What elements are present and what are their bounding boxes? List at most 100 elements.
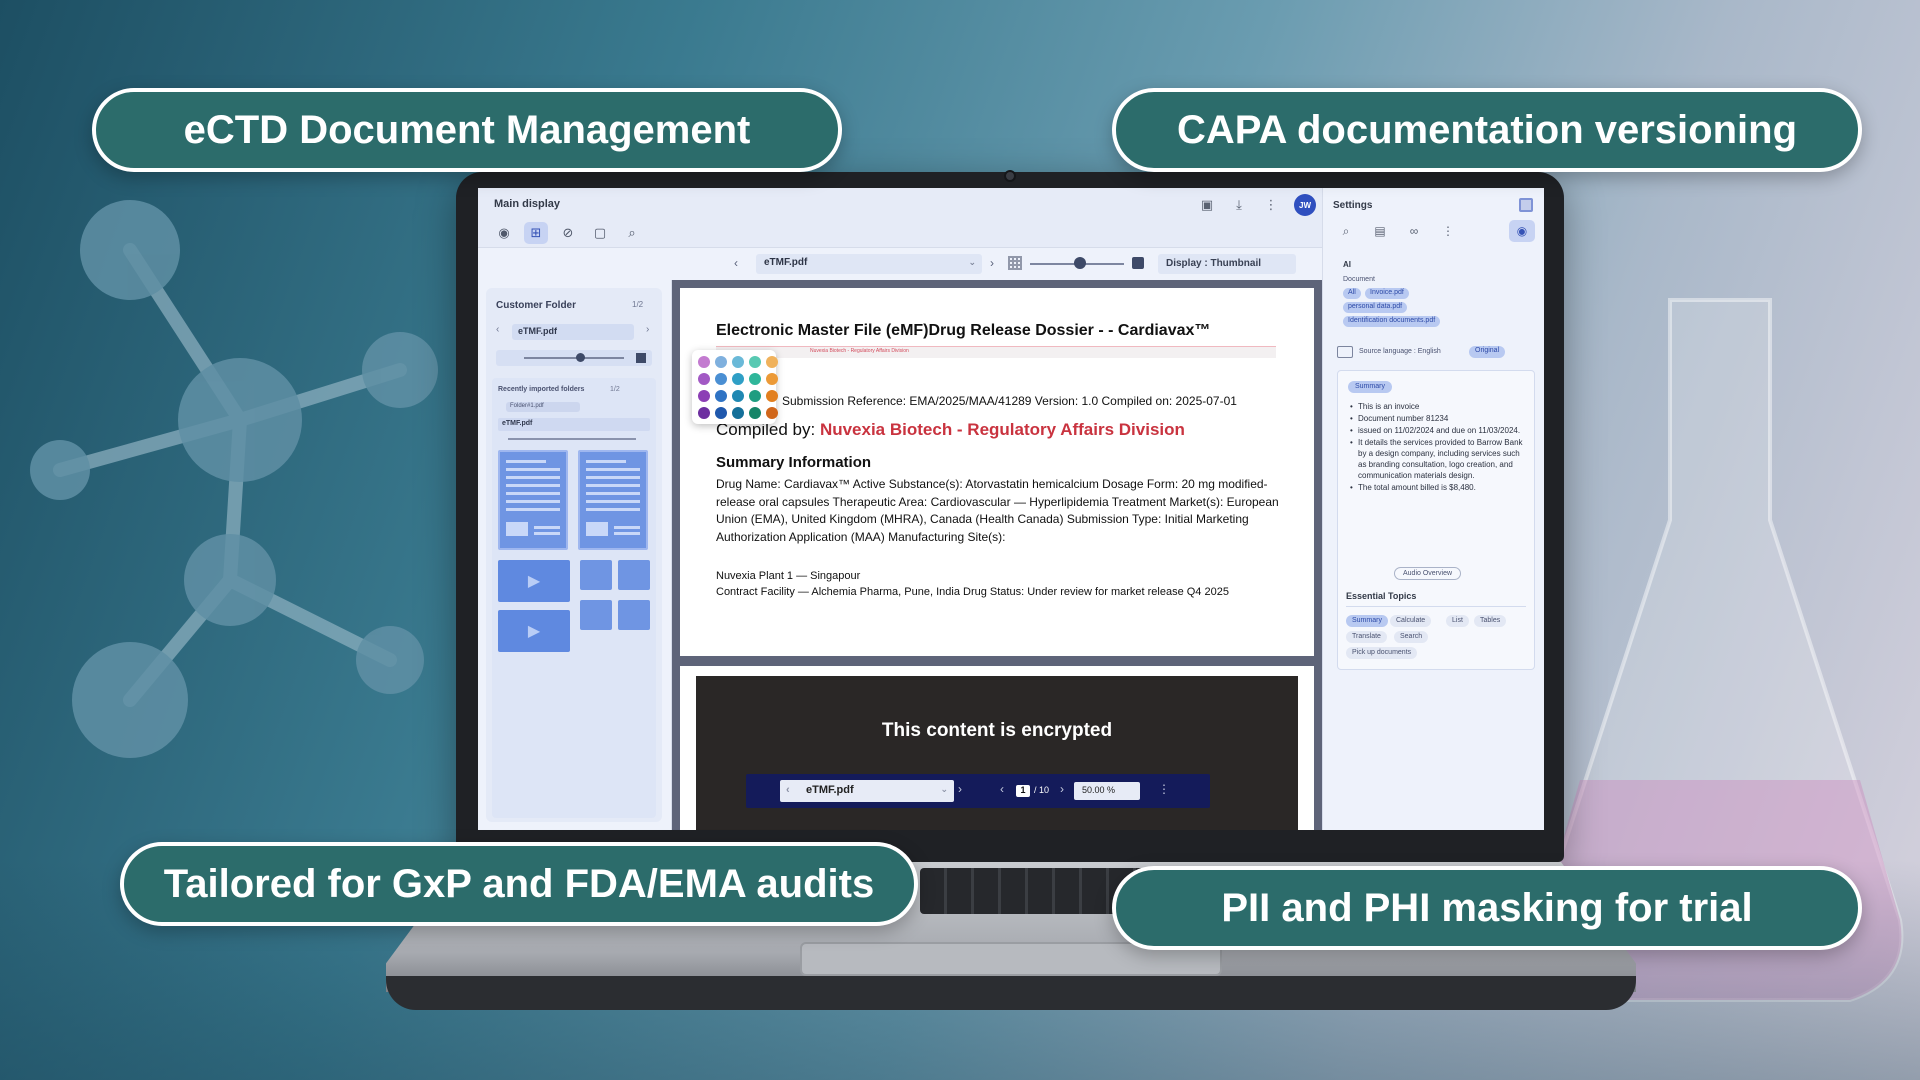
document-label: Document [1343, 276, 1375, 283]
doc-chip-invoice[interactable]: Invoice.pdf [1365, 288, 1409, 299]
media-thumbnail[interactable] [580, 560, 612, 590]
topic-chip[interactable]: Tables [1474, 615, 1507, 627]
audio-overview-button[interactable]: Audio Overview [1394, 567, 1462, 580]
color-swatch[interactable] [749, 390, 761, 402]
color-swatch[interactable] [749, 407, 761, 419]
color-swatch[interactable] [698, 407, 710, 419]
folder-chip[interactable]: Folder#1.pdf [506, 402, 580, 412]
encrypted-toolbar: ‹ eTMF.pdf ⌄ › ‹ 1 / 10 › 50.00 % ⋮ [746, 774, 1210, 808]
color-swatch[interactable] [766, 390, 778, 402]
save-icon[interactable]: ▣ [1198, 196, 1216, 214]
more-icon[interactable]: ⋮ [1262, 196, 1280, 214]
contract-line: Contract Facility — Alchemia Pharma, Pun… [716, 586, 1229, 598]
encrypted-file-select[interactable]: ‹ eTMF.pdf ⌄ [780, 780, 954, 802]
file-select[interactable]: eTMF.pdf ⌄ [756, 254, 982, 274]
color-swatch[interactable] [715, 356, 727, 368]
layout-icon[interactable]: ▤ [1371, 222, 1389, 240]
chevron-left-icon[interactable]: ‹ [496, 324, 499, 335]
color-swatch[interactable] [766, 356, 778, 368]
color-swatch[interactable] [749, 356, 761, 368]
next-page-icon[interactable]: › [1060, 782, 1064, 796]
main-display-title: Main display [494, 198, 561, 210]
color-swatch[interactable] [766, 373, 778, 385]
topic-chip[interactable]: List [1446, 615, 1469, 627]
summary-heading: Summary Information [716, 454, 872, 471]
topic-chip[interactable]: Pick up documents [1346, 647, 1418, 659]
original-toggle[interactable]: Original [1469, 346, 1506, 358]
display-mode-select[interactable]: Display : Thumbnail [1158, 254, 1296, 274]
chevron-left-icon[interactable]: ‹ [786, 784, 790, 796]
page-thumbnail[interactable] [498, 450, 568, 550]
link-icon[interactable]: ∞ [1405, 222, 1423, 240]
large-view-icon[interactable] [636, 353, 646, 363]
thumbnail-grid-icon[interactable] [1008, 256, 1022, 270]
topic-chip[interactable]: Summary [1346, 615, 1388, 627]
note-icon[interactable]: ▢ [588, 222, 612, 244]
document-viewer: Electronic Master File (eMF)Drug Release… [672, 280, 1510, 830]
color-swatch[interactable] [715, 373, 727, 385]
color-swatch[interactable] [698, 373, 710, 385]
page-thumbnail[interactable] [578, 450, 648, 550]
main-display-header: Main display ◉ ⊞ ⊘ ▢ ⌕ ▣ ⤓ ⋮ JW [478, 188, 1322, 248]
folder-file-select[interactable]: eTMF.pdf [512, 324, 634, 340]
search-icon[interactable]: ⌕ [1337, 222, 1355, 240]
chevron-right-icon[interactable]: › [990, 256, 994, 270]
more-icon[interactable]: ⋮ [1158, 782, 1170, 796]
chevron-left-icon[interactable]: ‹ [734, 256, 738, 270]
color-swatch[interactable] [715, 390, 727, 402]
color-swatch[interactable] [749, 373, 761, 385]
doc-chip-personal-data[interactable]: personal data.pdf [1343, 302, 1408, 313]
topic-chip[interactable]: Calculate [1390, 615, 1432, 627]
summary-chip[interactable]: Summary [1348, 381, 1392, 393]
page-number-input[interactable]: 1 [1016, 785, 1030, 797]
media-thumbnail[interactable] [580, 600, 612, 630]
download-icon[interactable]: ⤓ [1230, 196, 1248, 214]
zoom-select[interactable]: 50.00 % [1074, 782, 1140, 800]
color-swatch[interactable] [698, 356, 710, 368]
color-swatch[interactable] [732, 390, 744, 402]
eye-icon[interactable]: ◉ [492, 222, 516, 244]
color-swatch[interactable] [766, 407, 778, 419]
ai-summary-card: Summary This is an invoice Document numb… [1337, 370, 1535, 670]
chevron-right-icon[interactable]: › [958, 782, 962, 796]
video-thumbnail[interactable]: ▶ [498, 560, 570, 602]
search-icon[interactable]: ⌕ [620, 222, 644, 244]
avatar[interactable]: JW [1294, 194, 1316, 216]
feature-pill-ectd: eCTD Document Management [92, 88, 842, 172]
laptop-camera [1004, 170, 1016, 182]
grid-icon[interactable]: ⊞ [524, 222, 548, 244]
color-swatch[interactable] [732, 373, 744, 385]
color-swatch[interactable] [732, 356, 744, 368]
panel-toggle-icon[interactable] [1519, 198, 1533, 212]
left-panel: Customer Folder 1/2 ‹ eTMF.pdf › Recentl… [478, 280, 672, 830]
pen-slash-icon[interactable]: ⊘ [556, 222, 580, 244]
color-swatch[interactable] [732, 407, 744, 419]
topic-chip[interactable]: Search [1394, 631, 1429, 643]
color-swatch[interactable] [715, 407, 727, 419]
slider-handle[interactable] [576, 353, 585, 362]
video-thumbnail[interactable]: ▶ [498, 610, 570, 652]
media-thumbnail[interactable] [618, 600, 650, 630]
encrypted-content: This content is encrypted ‹ eTMF.pdf ⌄ ›… [696, 676, 1298, 830]
chevron-right-icon[interactable]: › [646, 324, 649, 335]
eye-icon[interactable]: ◉ [1509, 220, 1535, 242]
more-icon[interactable]: ⋮ [1439, 222, 1457, 240]
submission-reference: Submission Reference: EMA/2025/MAA/41289… [782, 394, 1237, 408]
topic-chip[interactable]: Translate [1346, 631, 1387, 643]
app-screen: Main display ◉ ⊞ ⊘ ▢ ⌕ ▣ ⤓ ⋮ JW ‹ eTMF.p… [478, 188, 1544, 830]
slider-track [524, 357, 624, 359]
prev-page-icon[interactable]: ‹ [1000, 782, 1004, 796]
encrypted-message: This content is encrypted [881, 720, 1113, 741]
doc-chip-identification[interactable]: Identification documents.pdf [1343, 316, 1441, 327]
background-molecule-illustration [30, 200, 438, 758]
color-swatch[interactable] [698, 390, 710, 402]
large-view-icon[interactable] [1132, 257, 1144, 269]
doc-chip-all[interactable]: All [1343, 288, 1361, 299]
chevron-down-icon: ⌄ [968, 257, 976, 267]
recent-slider[interactable] [508, 438, 636, 440]
folder-zoom-slider[interactable] [496, 350, 652, 366]
media-thumbnail[interactable] [618, 560, 650, 590]
settings-title: Settings [1333, 200, 1373, 211]
recent-file-select[interactable]: eTMF.pdf [498, 418, 650, 431]
zoom-slider-handle[interactable] [1074, 257, 1086, 269]
